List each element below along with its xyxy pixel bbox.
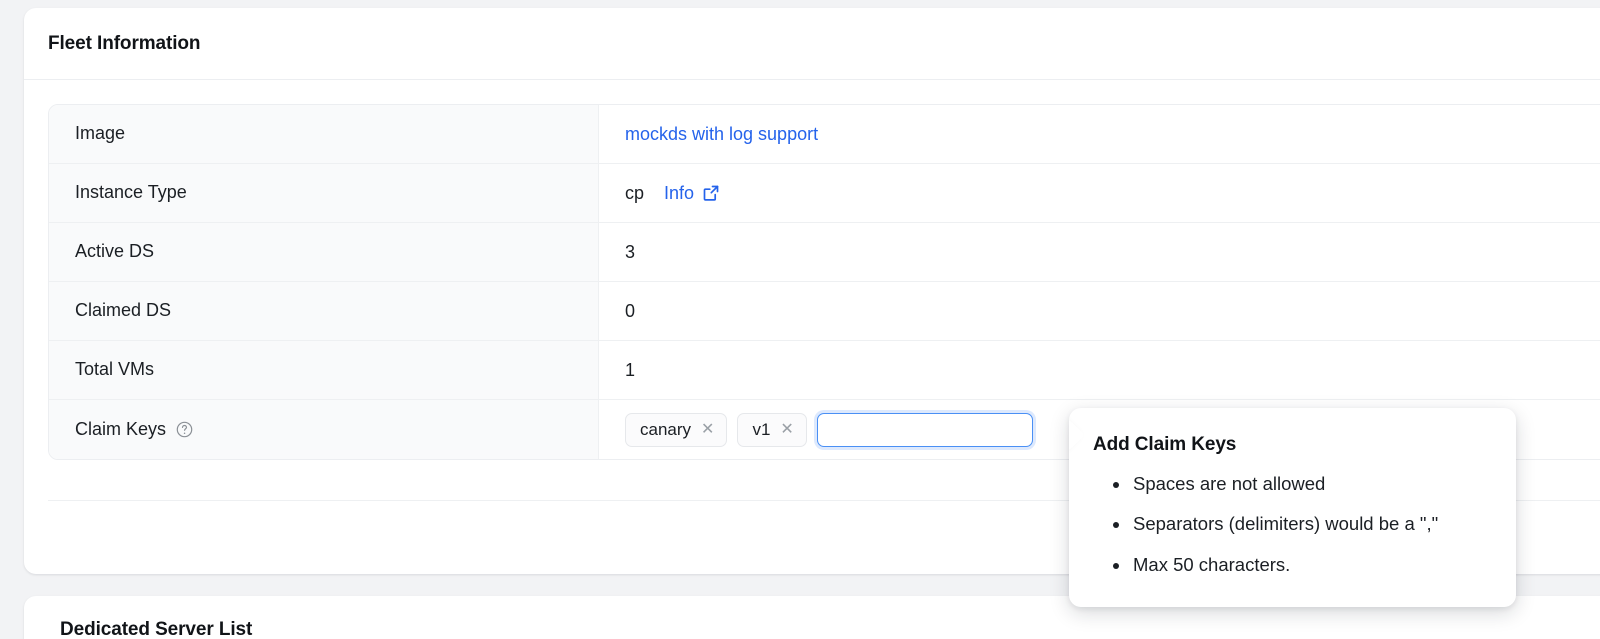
active-ds-value: 3 xyxy=(625,241,636,262)
add-claim-keys-tooltip: Add Claim Keys Spaces are not allowed Se… xyxy=(1069,408,1516,607)
tag-label: v1 xyxy=(752,419,771,439)
question-circle-icon[interactable] xyxy=(176,421,193,438)
external-link-icon[interactable] xyxy=(702,184,720,202)
row-value-claimed-ds: 0 xyxy=(599,282,1600,340)
instance-type-value: cp xyxy=(625,182,645,203)
claimed-ds-value: 0 xyxy=(625,300,636,321)
page-root: Fleet Information Image mockds with log … xyxy=(0,0,1600,639)
table-row: Active DS 3 xyxy=(49,223,1600,282)
page-title: Fleet Information xyxy=(48,32,201,54)
row-label-total-vms: Total VMs xyxy=(49,341,599,399)
row-value-total-vms: 1 xyxy=(599,341,1600,399)
dedicated-server-list-title: Dedicated Server List xyxy=(60,619,253,639)
label-text: Total VMs xyxy=(75,359,155,380)
row-label-claim-keys: Claim Keys xyxy=(49,400,599,459)
tag-chip[interactable]: v1 ✕ xyxy=(737,412,807,447)
tag-chip[interactable]: canary ✕ xyxy=(625,412,728,447)
claim-keys-tag-field[interactable]: canary ✕ v1 ✕ xyxy=(625,412,1033,447)
instance-type-info-link[interactable]: Info xyxy=(664,183,694,204)
table-row: Claimed DS 0 xyxy=(49,282,1600,341)
close-icon[interactable]: ✕ xyxy=(780,421,793,438)
tooltip-bullet-list: Spaces are not allowed Separators (delim… xyxy=(1093,474,1492,574)
fleet-info-table: Image mockds with log support Instance T… xyxy=(48,104,1600,460)
table-row: Image mockds with log support xyxy=(49,105,1600,164)
tag-label: canary xyxy=(640,419,692,439)
label-text: Claimed DS xyxy=(75,300,172,321)
list-item: Separators (delimiters) would be a "," xyxy=(1113,514,1492,534)
image-link[interactable]: mockds with log support xyxy=(625,124,818,145)
card-header: Fleet Information xyxy=(24,8,1600,80)
row-label-image: Image xyxy=(49,105,599,163)
table-row: Instance Type cp Info xyxy=(49,164,1600,223)
close-icon[interactable]: ✕ xyxy=(701,421,714,438)
row-value-image: mockds with log support xyxy=(599,105,1600,163)
total-vms-value: 1 xyxy=(625,359,636,380)
label-text: Image xyxy=(75,123,126,144)
table-row: Total VMs 1 xyxy=(49,341,1600,400)
row-label-claimed-ds: Claimed DS xyxy=(49,282,599,340)
row-value-instance-type: cp Info xyxy=(599,164,1600,222)
row-label-active-ds: Active DS xyxy=(49,223,599,281)
row-label-instance-type: Instance Type xyxy=(49,164,599,222)
list-item: Spaces are not allowed xyxy=(1113,474,1492,493)
label-text: Active DS xyxy=(75,241,155,262)
claim-keys-input[interactable] xyxy=(816,412,1033,447)
row-value-active-ds: 3 xyxy=(599,223,1600,281)
label-text: Instance Type xyxy=(75,182,187,203)
label-text: Claim Keys xyxy=(75,418,167,439)
list-item: Max 50 characters. xyxy=(1113,554,1492,574)
tooltip-title: Add Claim Keys xyxy=(1093,434,1237,455)
